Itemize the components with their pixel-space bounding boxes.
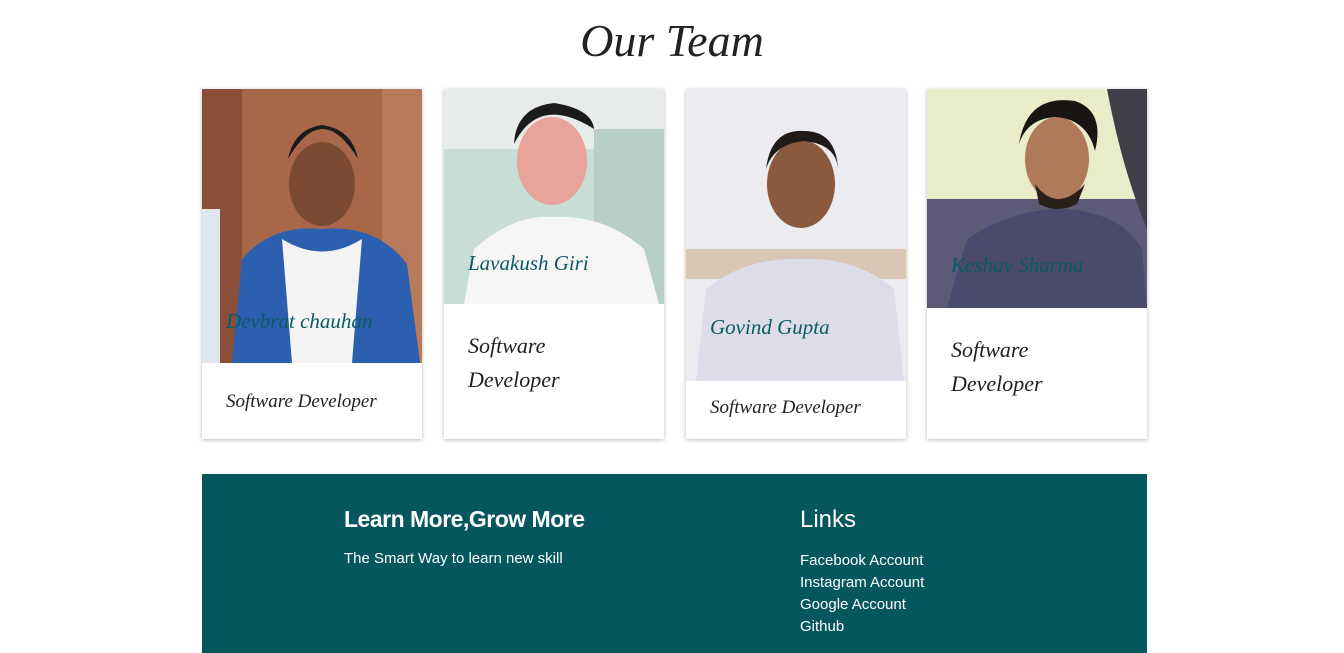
member-name: Devbrat chauhan bbox=[226, 309, 373, 333]
links-heading: Links bbox=[800, 506, 857, 533]
footer-tagline: The Smart Way to learn new skill bbox=[344, 550, 563, 567]
page-title: Our Team bbox=[580, 15, 764, 66]
footer-title: Learn More,Grow More bbox=[344, 506, 585, 532]
instagram-link[interactable]: Instagram Account bbox=[800, 574, 924, 591]
footer-links: Facebook Account Instagram Account Googl… bbox=[800, 550, 924, 638]
footer-link-item: Github bbox=[800, 616, 924, 638]
member-role: Software Developer bbox=[468, 333, 560, 392]
google-link[interactable]: Google Account bbox=[800, 596, 906, 613]
team-card-keshav: Keshav Sharma Software Developer bbox=[927, 89, 1147, 439]
team-card-lavakush: Lavakush Giri Software Developer bbox=[444, 89, 664, 439]
member-name: Govind Gupta bbox=[710, 315, 830, 339]
member-role: Software Developer bbox=[951, 337, 1043, 396]
member-role: Software Developer bbox=[710, 397, 861, 418]
footer-link-item: Facebook Account bbox=[800, 550, 924, 572]
github-link[interactable]: Github bbox=[800, 618, 844, 635]
team-card-devbrat: Devbrat chauhan Software Developer bbox=[202, 89, 422, 439]
footer-link-item: Instagram Account bbox=[800, 572, 924, 594]
member-name: Keshav Sharma bbox=[951, 253, 1084, 277]
team-card-govind: Govind Gupta Software Developer bbox=[686, 89, 906, 439]
member-role: Software Developer bbox=[226, 391, 377, 412]
facebook-link[interactable]: Facebook Account bbox=[800, 552, 923, 569]
member-name: Lavakush Giri bbox=[468, 251, 589, 275]
footer-link-item: Google Account bbox=[800, 594, 924, 616]
site-footer: Learn More,Grow More The Smart Way to le… bbox=[202, 474, 1147, 653]
